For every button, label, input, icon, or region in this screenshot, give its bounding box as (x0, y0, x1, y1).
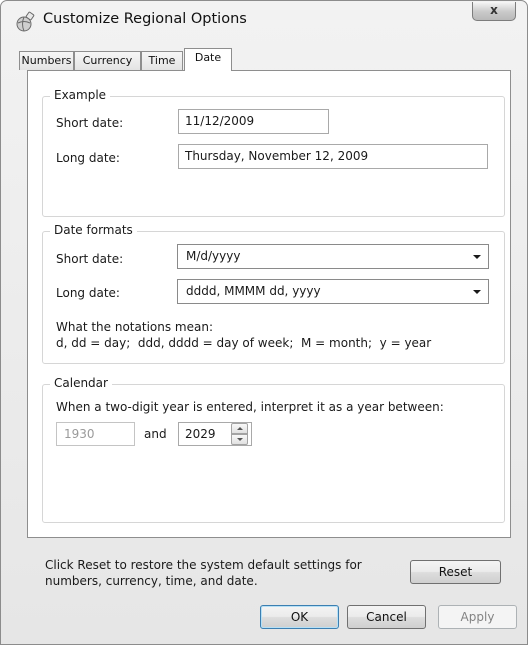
reset-note: Click Reset to restore the system defaul… (45, 558, 362, 588)
date-formats-legend: Date formats (50, 223, 137, 237)
customize-regional-options-dialog: Customize Regional Options x Numbers Cur… (0, 0, 528, 645)
calendar-legend: Calendar (50, 376, 112, 390)
spin-up-button[interactable] (231, 423, 248, 434)
chevron-down-icon (473, 255, 481, 259)
example-legend: Example (50, 88, 111, 102)
regional-globe-icon (16, 11, 35, 32)
window-title: Customize Regional Options (43, 11, 247, 27)
notation-text: d, dd = day; ddd, dddd = day of week; M … (56, 336, 432, 350)
tab-date[interactable]: Date (184, 48, 232, 71)
long-date-format-label: Long date: (56, 286, 120, 300)
example-long-date-label: Long date: (56, 151, 120, 165)
long-date-format-value: dddd, MMMM dd, yyyy (186, 284, 321, 298)
tab-numbers[interactable]: Numbers (19, 51, 74, 70)
arrow-down-icon (237, 438, 243, 441)
two-digit-year-description: When a two-digit year is entered, interp… (56, 400, 444, 414)
two-digit-year-from-field: 1930 (56, 422, 135, 446)
notation-title: What the notations mean: (56, 320, 213, 334)
short-date-format-value: M/d/yyyy (186, 249, 241, 263)
example-short-date-label: Short date: (56, 116, 124, 130)
close-button[interactable]: x (472, 2, 516, 21)
short-date-format-select[interactable]: M/d/yyyy (177, 244, 489, 269)
tab-time[interactable]: Time (141, 51, 183, 70)
title-bar[interactable]: Customize Regional Options x (1, 1, 527, 41)
chevron-down-icon (473, 290, 481, 294)
spin-down-button[interactable] (231, 434, 248, 445)
close-icon: x (490, 3, 498, 17)
and-label: and (144, 427, 167, 441)
arrow-up-icon (237, 427, 243, 430)
cancel-button[interactable]: Cancel (347, 605, 426, 629)
reset-button[interactable]: Reset (410, 560, 501, 584)
example-short-date-field[interactable]: 11/12/2009 (178, 109, 329, 134)
two-digit-year-to-value: 2029 (185, 427, 216, 441)
apply-button[interactable]: Apply (438, 605, 517, 629)
ok-button[interactable]: OK (260, 605, 339, 629)
long-date-format-select[interactable]: dddd, MMMM dd, yyyy (177, 279, 489, 304)
year-spinner[interactable] (231, 423, 248, 445)
tab-currency[interactable]: Currency (74, 51, 141, 70)
example-long-date-field[interactable]: Thursday, November 12, 2009 (178, 144, 488, 169)
short-date-format-label: Short date: (56, 252, 124, 266)
